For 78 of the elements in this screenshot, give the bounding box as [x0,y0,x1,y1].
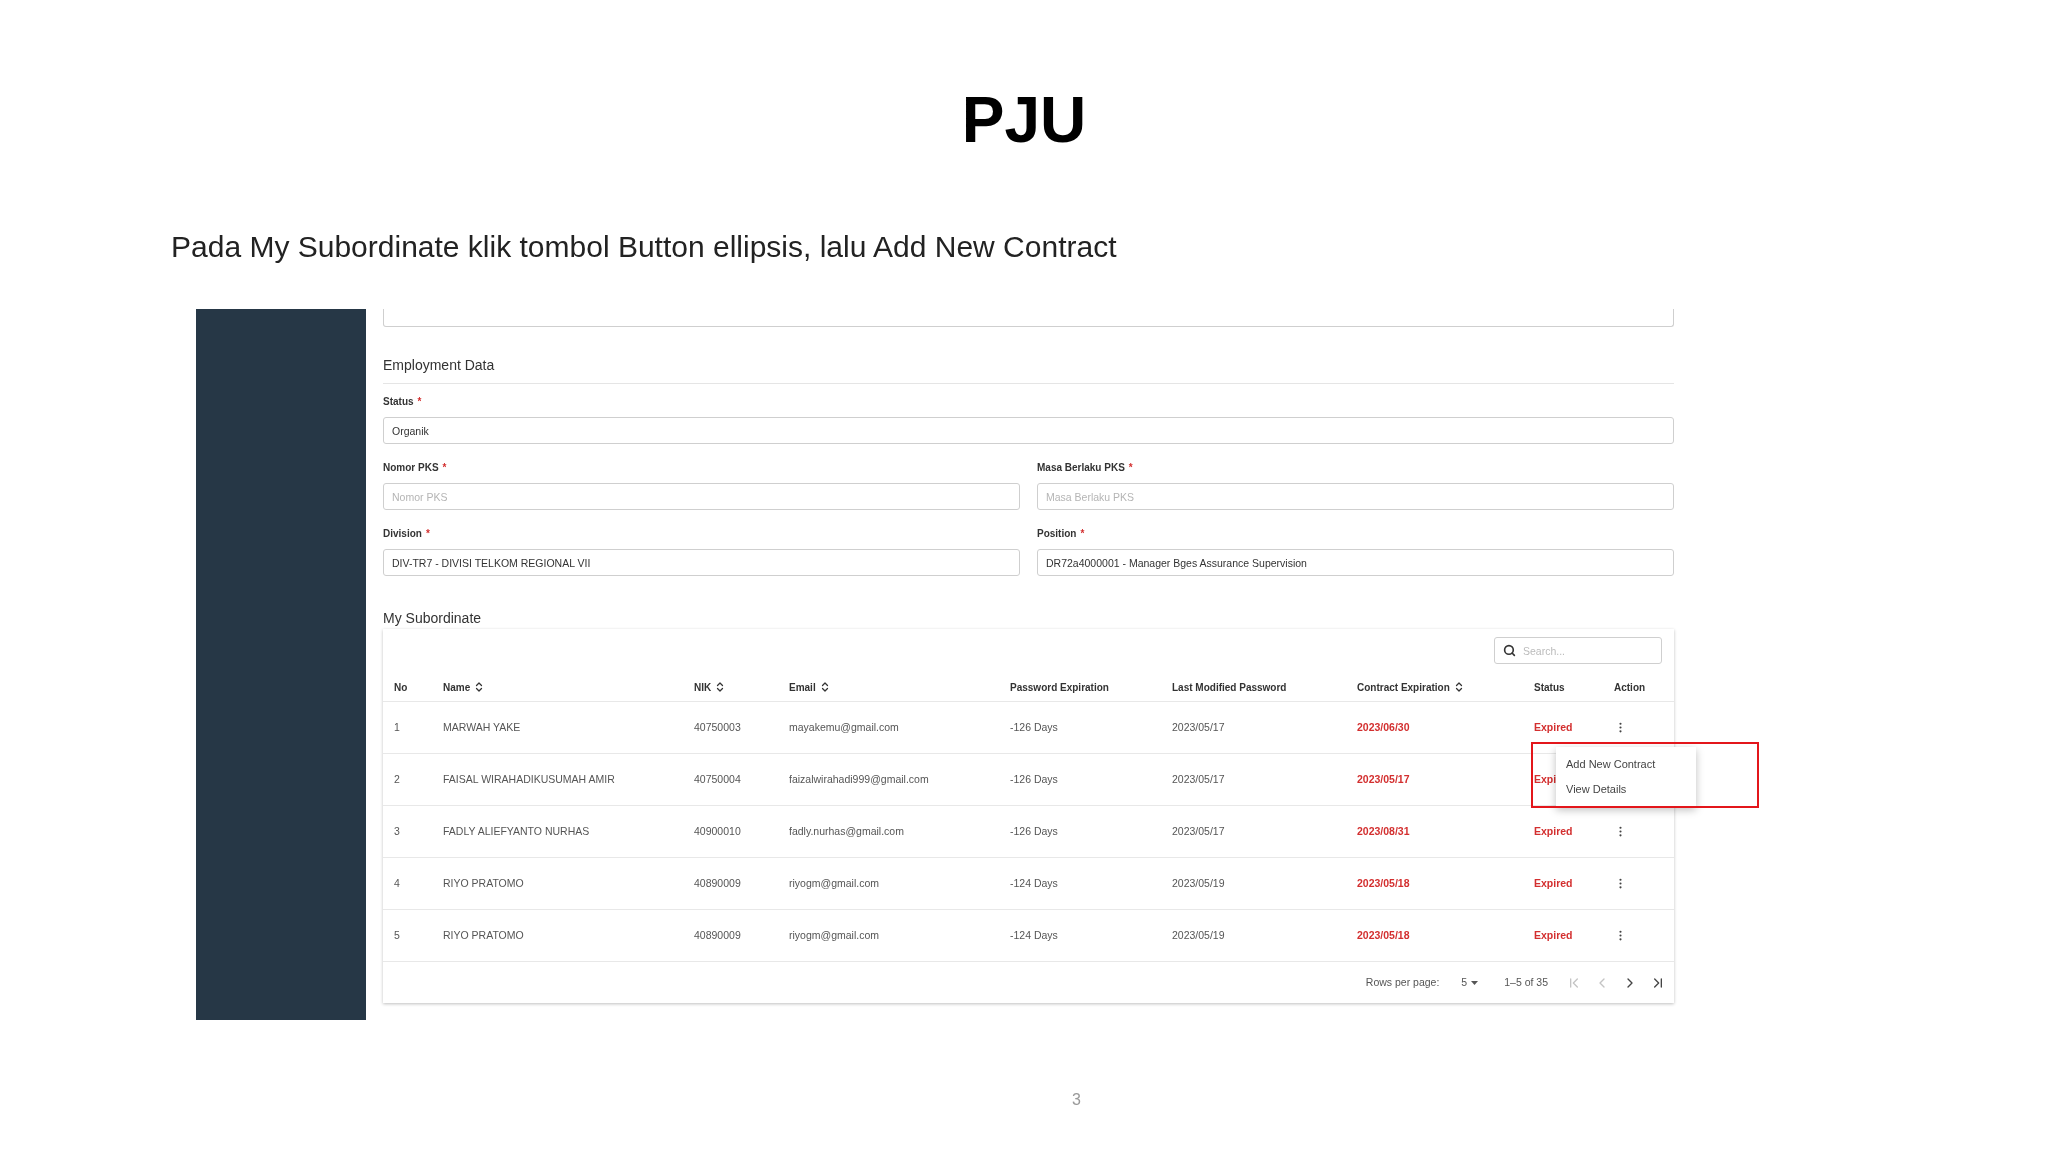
required-mark: * [442,461,447,475]
table-cell: riyogm@gmail.com [789,928,879,941]
required-mark: * [1080,527,1085,541]
instruction-text: Pada My Subordinate klik tombol Button ellipsis, lalu Add New Contract [171,230,1117,263]
status-text: Expi [1534,772,1557,785]
table-cell: 2023/06/30 [1357,720,1410,733]
table-cell: MARWAH YAKE [443,720,521,733]
table-cell: 2023/05/18 [1357,928,1410,941]
table-cell: 2023/05/19 [1172,876,1225,889]
table-cell: 2023/05/17 [1357,772,1410,785]
table-cell: FAISAL WIRAHADIKUSUMAH AMIR [443,772,615,785]
table-cell: 2023/05/18 [1357,876,1410,889]
table-cell: RIYO PRATOMO [443,928,524,941]
table-cell: FADLY ALIEFYANTO NURHAS [443,824,590,837]
section-heading: My Subordinate [383,610,482,626]
table-cell: -126 Days [1010,720,1058,733]
field-label: Nomor PKS [383,461,439,475]
input-field[interactable]: DR72a4000001 - Manager Bges Assurance Supervision [1037,549,1674,576]
table-cell: 40900010 [694,824,741,837]
column-header: Password Expiration [1010,680,1109,695]
required-mark: * [425,527,430,541]
search-field[interactable]: Search... [1494,637,1662,664]
column-header: No [394,680,408,695]
table-cell: -124 Days [1010,928,1058,941]
table-cell: -126 Days [1010,824,1058,837]
status-text: Expired [1534,876,1573,889]
table-cell: RIYO PRATOMO [443,876,524,889]
column-header[interactable]: NIK [694,679,727,695]
table-cell: 2 [394,772,400,785]
column-header: Action [1614,680,1646,695]
table-cell: 1 [394,720,400,733]
table-cell: 2023/05/19 [1172,928,1225,941]
page-range: 1–5 of 35 [1504,974,1548,990]
input-field[interactable]: Masa Berlaku PKS [1037,483,1674,510]
table-cell: 40890009 [694,876,741,889]
table-cell: riyogm@gmail.com [789,876,879,889]
table-cell: faizalwirahadi999@gmail.com [789,772,929,785]
required-mark: * [417,395,422,409]
input-field[interactable]: Organik [383,417,1674,444]
table-cell: 2023/08/31 [1357,824,1410,837]
input-field[interactable] [383,309,1674,327]
table-cell: 2023/05/17 [1172,772,1225,785]
table-cell: 2023/05/17 [1172,824,1225,837]
table-cell: 40750004 [694,772,741,785]
menu-item[interactable]: View Details [1556,777,1696,802]
input-field[interactable]: Nomor PKS [383,483,1020,510]
field-label: Division [383,527,422,541]
menu-item[interactable]: Add New Contract [1556,752,1696,777]
rows-per-page-select[interactable]: 5 [1461,974,1479,991]
section-heading: Employment Data [383,357,495,373]
table-cell: -126 Days [1010,772,1058,785]
table-cell: 4 [394,876,400,889]
status-text: Expired [1534,720,1573,733]
field-label: Status [383,395,414,409]
table-cell: fadly.nurhas@gmail.com [789,824,904,837]
status-text: Expired [1534,824,1573,837]
input-field[interactable]: DIV-TR7 - DIVISI TELKOM REGIONAL VII [383,549,1020,576]
column-header[interactable]: Email [789,679,831,695]
rows-per-page-label: Rows per page: [1365,974,1440,990]
page-number: 3 [1072,1091,1081,1108]
table-cell: 40750003 [694,720,741,733]
table-cell: 3 [394,824,400,837]
table-cell: 40890009 [694,928,741,941]
dropdown-icon [1471,980,1479,985]
search-icon [1503,644,1516,657]
table-cell: -124 Days [1010,876,1058,889]
column-header[interactable]: Name [443,679,486,695]
table-cell: 5 [394,928,400,941]
table-cell: mayakemu@gmail.com [789,720,899,733]
field-label: Position [1037,527,1077,541]
column-header[interactable]: Contract Expiration [1357,679,1465,695]
field-label: Masa Berlaku PKS [1037,461,1125,475]
required-mark: * [1128,461,1133,475]
column-header: Last Modified Password [1172,680,1287,695]
column-header: Status [1534,680,1565,695]
page-title: PJU [961,84,1087,156]
status-text: Expired [1534,928,1573,941]
table-cell: 2023/05/17 [1172,720,1225,733]
